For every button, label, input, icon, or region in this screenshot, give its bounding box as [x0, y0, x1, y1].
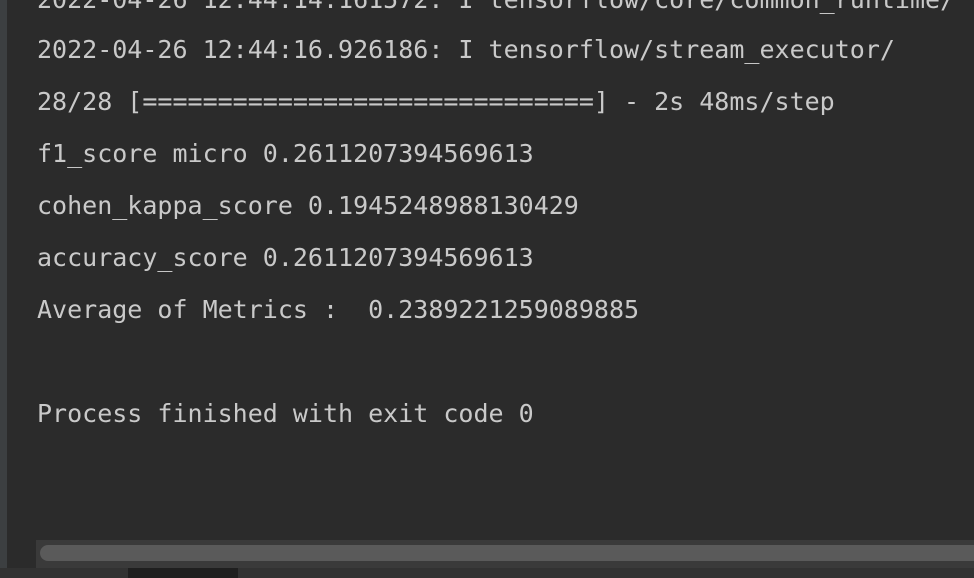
console-left-gutter — [0, 0, 7, 578]
console-line: Average of Metrics : 0.2389221259089885 — [37, 295, 640, 324]
horizontal-scrollbar-thumb[interactable] — [40, 545, 974, 561]
bottom-tool-strip — [0, 568, 974, 578]
console-output[interactable]: 2022-04-26 12:44:14.161572: I tensorflow… — [7, 0, 974, 540]
bottom-tab-handle[interactable] — [128, 568, 238, 578]
console-line: 2022-04-26 12:44:16.926186: I tensorflow… — [37, 35, 895, 64]
horizontal-scrollbar[interactable] — [36, 540, 974, 568]
console-line: accuracy_score 0.2611207394569613 — [37, 243, 534, 272]
run-console-window: 2022-04-26 12:44:14.161572: I tensorflow… — [0, 0, 974, 578]
console-line: 28/28 [==============================] -… — [37, 87, 835, 116]
console-line: cohen_kappa_score 0.1945248988130429 — [37, 191, 579, 220]
console-line: 2022-04-26 12:44:14.161572: I tensorflow… — [37, 0, 955, 26]
process-exit-message: Process finished with exit code 0 — [37, 399, 534, 428]
console-line: f1_score micro 0.2611207394569613 — [37, 139, 534, 168]
